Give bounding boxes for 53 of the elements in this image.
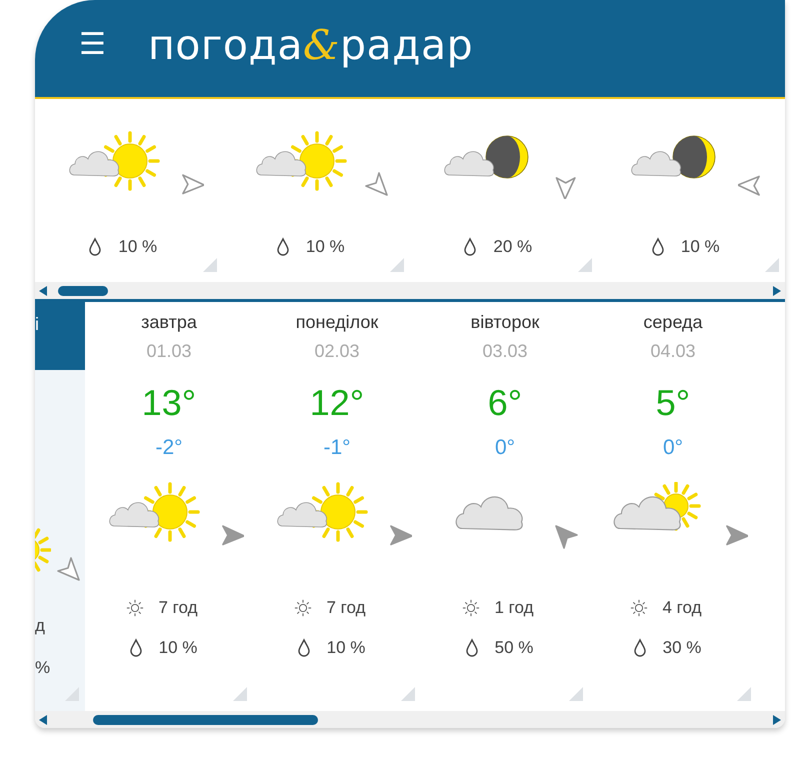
sunshine-hours: д <box>35 616 45 636</box>
low-temperature: 0° <box>662 436 684 460</box>
date: 01.03 <box>146 341 192 362</box>
date: 02.03 <box>314 341 360 362</box>
scroll-left-icon[interactable] <box>39 286 47 296</box>
sun-outline-icon <box>126 598 144 618</box>
sun-outline-icon <box>630 598 648 618</box>
low-temperature: -2° <box>155 436 183 460</box>
sunshine-hours: 1 год <box>494 598 534 618</box>
column-header: і <box>35 302 85 370</box>
low-temperature: -1° <box>323 436 351 460</box>
expand-corner-icon[interactable] <box>233 687 247 701</box>
sunshine-hours: 7 год <box>326 598 366 618</box>
sunshine-hours: 7 год <box>158 598 198 618</box>
scrollbar-thumb[interactable] <box>93 714 318 724</box>
scroll-right-icon[interactable] <box>773 286 781 296</box>
day-name: завтра <box>141 312 197 333</box>
site-logo[interactable]: погода&радар <box>148 20 474 68</box>
precipitation-value: 10 % <box>680 237 720 257</box>
expand-corner-icon[interactable] <box>569 687 583 701</box>
sun-outline-icon <box>294 598 312 618</box>
expand-corner-icon[interactable] <box>578 258 592 272</box>
expand-corner-icon[interactable] <box>737 687 751 701</box>
date: 03.03 <box>482 341 528 362</box>
precipitation-value: 10 % <box>306 237 345 257</box>
high-temperature: 13° <box>142 382 196 424</box>
sunshine-hours: 4 год <box>662 598 702 618</box>
precipitation-value: 10 % <box>158 638 198 658</box>
high-temperature: 5° <box>656 382 690 424</box>
expand-corner-icon[interactable] <box>390 258 404 272</box>
scroll-right-icon[interactable] <box>773 714 781 724</box>
horizontal-scrollbar[interactable] <box>35 711 785 728</box>
low-temperature: 0° <box>494 436 516 460</box>
date: 04.03 <box>650 341 696 362</box>
day-name: вівторок <box>470 312 540 333</box>
scrollbar-thumb[interactable] <box>58 286 108 296</box>
precipitation-value: 20 % <box>493 237 532 257</box>
precipitation-value: 10 % <box>118 237 158 257</box>
expand-corner-icon[interactable] <box>202 258 216 272</box>
sun-outline-icon <box>462 598 480 618</box>
expand-corner-icon[interactable] <box>401 687 415 701</box>
precipitation-value: % <box>35 658 50 678</box>
horizontal-scrollbar[interactable] <box>35 282 785 302</box>
precipitation-value: 10 % <box>326 638 366 658</box>
precipitation-value: 30 % <box>662 638 702 658</box>
scroll-left-icon[interactable] <box>39 714 47 724</box>
high-temperature: 6° <box>488 382 522 424</box>
day-name: понеділок <box>296 312 378 333</box>
precipitation-value: 50 % <box>494 638 534 658</box>
menu-icon[interactable]: ☰ <box>79 30 106 60</box>
expand-corner-icon[interactable] <box>765 258 779 272</box>
high-temperature: 12° <box>310 382 364 424</box>
day-name: середа <box>643 312 703 333</box>
